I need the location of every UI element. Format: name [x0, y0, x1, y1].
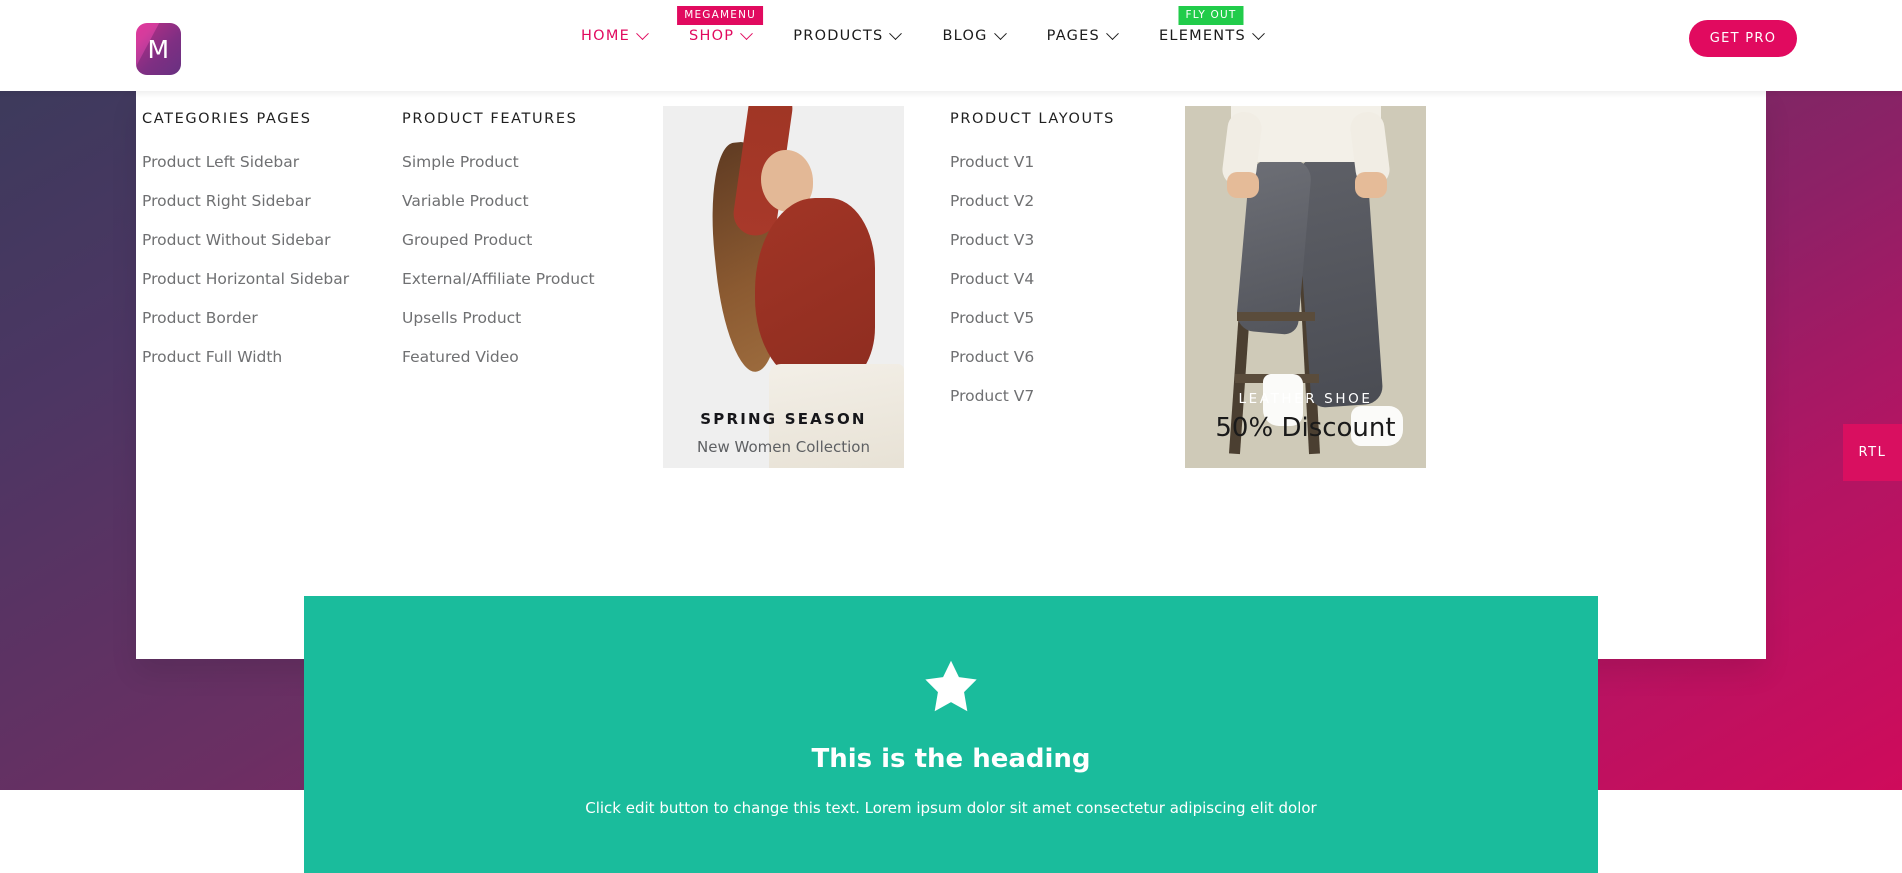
site-logo[interactable]: M	[136, 23, 181, 75]
flyout-badge: FLY OUT	[1178, 6, 1244, 25]
menu-link-upsells-product[interactable]: Upsells Product	[402, 309, 595, 327]
column-title: PRODUCT LAYOUTS	[950, 111, 1115, 127]
menu-link-product-full-width[interactable]: Product Full Width	[142, 348, 349, 366]
chevron-down-icon	[1106, 26, 1119, 40]
nav-item-label: PRODUCTS	[793, 28, 884, 44]
menu-link-product-border[interactable]: Product Border	[142, 309, 349, 327]
feature-callout-box: This is the heading Click edit button to…	[304, 596, 1598, 873]
promo-caption: SPRING SEASON New Women Collection	[663, 410, 904, 456]
nav-item-elements[interactable]: FLY OUT ELEMENTS	[1138, 6, 1284, 44]
column-title: CATEGORIES PAGES	[142, 111, 312, 127]
feature-heading: This is the heading	[811, 744, 1091, 774]
menu-link-external-affiliate-product[interactable]: External/Affiliate Product	[402, 270, 595, 288]
nav-item-home[interactable]: HOME	[560, 26, 668, 44]
feature-body-text: Click edit button to change this text. L…	[585, 799, 1317, 817]
menu-link-featured-video[interactable]: Featured Video	[402, 348, 595, 366]
nav-item-label: HOME	[581, 28, 630, 44]
promo-subtitle: New Women Collection	[697, 438, 870, 456]
nav-item-blog[interactable]: BLOG	[921, 26, 1025, 44]
chevron-down-icon	[740, 26, 754, 40]
promo-card-spring-season[interactable]: SPRING SEASON New Women Collection	[663, 106, 904, 468]
menu-link-product-horizontal-sidebar[interactable]: Product Horizontal Sidebar	[142, 270, 349, 288]
column-title: PRODUCT FEATURES	[402, 111, 578, 127]
promo-caption: LEATHER SHOE 50% Discount	[1185, 391, 1426, 443]
nav-item-label: PAGES	[1046, 28, 1100, 44]
chevron-down-icon	[993, 26, 1007, 40]
chevron-down-icon	[636, 26, 649, 40]
menu-link-product-v3[interactable]: Product V3	[950, 231, 1115, 249]
promo-card-leather-shoe[interactable]: LEATHER SHOE 50% Discount	[1185, 106, 1426, 468]
nav-item-shop[interactable]: MEGAMENU SHOP	[668, 6, 772, 44]
menu-link-product-v5[interactable]: Product V5	[950, 309, 1115, 327]
nav-item-label: SHOP	[689, 28, 735, 44]
menu-link-product-v2[interactable]: Product V2	[950, 192, 1115, 210]
menu-link-product-right-sidebar[interactable]: Product Right Sidebar	[142, 192, 349, 210]
main-navigation: HOME MEGAMENU SHOP PRODUCTS BLOG PAGES F…	[560, 6, 1284, 44]
megamenu-panel: CATEGORIES PAGES Product Left Sidebar Pr…	[136, 91, 1766, 659]
site-header: M HOME MEGAMENU SHOP PRODUCTS BLOG PAGES…	[0, 0, 1902, 98]
chevron-down-icon	[1252, 26, 1265, 40]
menu-link-simple-product[interactable]: Simple Product	[402, 153, 595, 171]
menu-link-product-v6[interactable]: Product V6	[950, 348, 1115, 366]
promo-kicker: SPRING SEASON	[700, 410, 867, 428]
menu-link-product-left-sidebar[interactable]: Product Left Sidebar	[142, 153, 349, 171]
nav-item-label: BLOG	[942, 28, 988, 44]
megamenu-column-product-layouts: PRODUCT LAYOUTS Product V1 Product V2 Pr…	[950, 111, 1115, 426]
megamenu-badge: MEGAMENU	[677, 6, 764, 25]
page-root: M HOME MEGAMENU SHOP PRODUCTS BLOG PAGES…	[0, 0, 1902, 873]
megamenu-column-categories-pages: CATEGORIES PAGES Product Left Sidebar Pr…	[142, 111, 349, 387]
nav-item-label: ELEMENTS	[1158, 28, 1246, 44]
menu-link-product-v7[interactable]: Product V7	[950, 387, 1115, 405]
menu-link-product-without-sidebar[interactable]: Product Without Sidebar	[142, 231, 349, 249]
nav-item-pages[interactable]: PAGES	[1026, 26, 1138, 44]
menu-link-product-v4[interactable]: Product V4	[950, 270, 1115, 288]
nav-item-products[interactable]: PRODUCTS	[772, 26, 921, 44]
promo-subtitle: 50% Discount	[1215, 413, 1396, 443]
rtl-toggle-tab[interactable]: RTL	[1843, 424, 1902, 481]
logo-letter: M	[147, 34, 170, 64]
menu-link-grouped-product[interactable]: Grouped Product	[402, 231, 595, 249]
menu-link-product-v1[interactable]: Product V1	[950, 153, 1115, 171]
get-pro-button[interactable]: GET PRO	[1689, 20, 1797, 57]
star-icon	[925, 660, 977, 712]
chevron-down-icon	[889, 26, 903, 40]
menu-link-variable-product[interactable]: Variable Product	[402, 192, 595, 210]
megamenu-column-product-features: PRODUCT FEATURES Simple Product Variable…	[402, 111, 595, 387]
promo-kicker: LEATHER SHOE	[1238, 391, 1373, 407]
